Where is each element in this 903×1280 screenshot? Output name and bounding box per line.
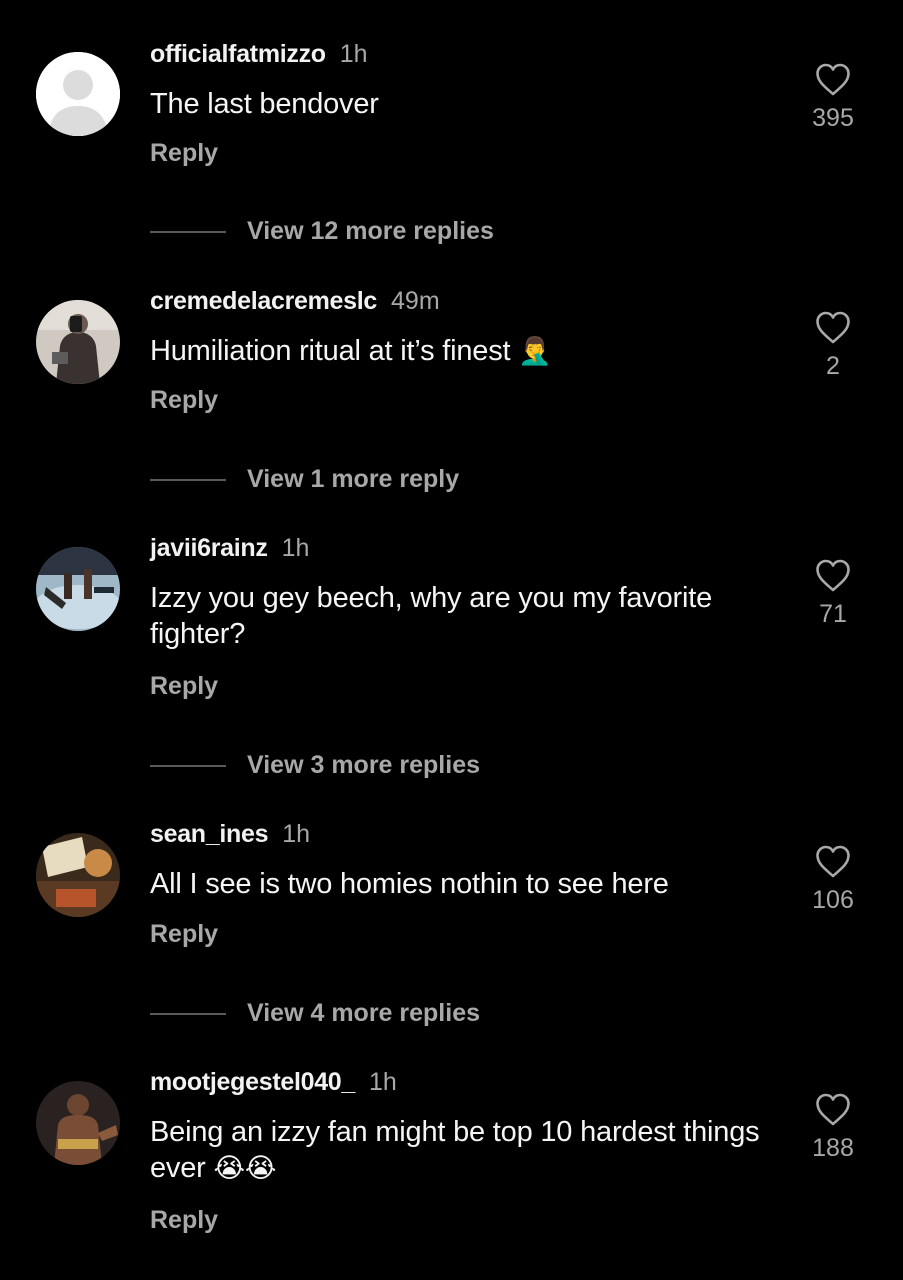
username[interactable]: cremedelacremeslc	[150, 287, 377, 315]
like-count: 106	[812, 886, 854, 914]
reply-button[interactable]: Reply	[150, 919, 218, 949]
comment-text: Humiliation ritual at it’s finest 🤦‍♂️	[150, 333, 790, 369]
avatar[interactable]	[36, 547, 120, 631]
comment-text: All I see is two homies nothin to see he…	[150, 866, 790, 902]
heart-outline-icon	[816, 845, 850, 878]
timestamp: 1h	[369, 1068, 397, 1096]
view-more-replies-label[interactable]: View 1 more reply	[247, 464, 459, 494]
comment-text-content: The last bendover	[150, 88, 379, 120]
comment-header: javii6rainz 1h	[150, 534, 309, 566]
heart-outline-icon	[816, 311, 850, 344]
view-more-replies-label[interactable]: View 4 more replies	[247, 998, 480, 1028]
comment-text-content: Izzy you gey beech, why are you my favor…	[150, 582, 712, 650]
heart-outline-icon	[816, 559, 850, 592]
profile-photo	[36, 547, 120, 631]
reply-button[interactable]: Reply	[150, 1205, 218, 1235]
like-button[interactable]: 71	[800, 559, 866, 628]
like-count: 2	[826, 352, 840, 380]
profile-photo	[36, 300, 120, 384]
profile-photo	[36, 833, 120, 917]
comment-header: officialfatmizzo 1h	[150, 40, 368, 72]
avatar[interactable]	[36, 1081, 120, 1165]
like-button[interactable]: 395	[800, 63, 866, 132]
comment-header: sean_ines 1h	[150, 820, 310, 852]
comment-header: cremedelacremeslc 49m	[150, 287, 440, 319]
like-button[interactable]: 2	[800, 311, 866, 380]
comment-text-content: Humiliation ritual at it’s finest	[150, 335, 511, 367]
username[interactable]: mootjegestel040_	[150, 1068, 355, 1096]
like-count: 188	[812, 1134, 854, 1162]
face-palm-emoji: 🤦‍♂️	[518, 336, 552, 366]
like-button[interactable]: 106	[800, 845, 866, 914]
timestamp: 1h	[339, 40, 368, 68]
profile-photo	[36, 1081, 120, 1165]
timestamp: 1h	[281, 534, 310, 562]
avatar[interactable]	[36, 833, 120, 917]
username[interactable]: officialfatmizzo	[150, 40, 326, 68]
username[interactable]: javii6rainz	[150, 534, 268, 562]
avatar[interactable]	[36, 300, 120, 384]
divider-line	[150, 231, 226, 233]
timestamp: 1h	[282, 820, 311, 848]
divider-line	[150, 1013, 226, 1015]
heart-outline-icon	[816, 1093, 850, 1126]
divider-line	[150, 765, 226, 767]
like-count: 395	[812, 104, 854, 132]
comment-text-content: All I see is two homies nothin to see he…	[150, 868, 669, 900]
view-more-replies-label[interactable]: View 3 more replies	[247, 750, 480, 780]
timestamp: 49m	[391, 287, 440, 315]
crying-face-emoji: 😭😭	[213, 1153, 277, 1183]
reply-button[interactable]: Reply	[150, 138, 218, 168]
comment-text: Being an izzy fan might be top 10 hardes…	[150, 1114, 790, 1186]
view-more-replies-label[interactable]: View 12 more replies	[247, 216, 494, 246]
username[interactable]: sean_ines	[150, 820, 269, 848]
like-button[interactable]: 188	[800, 1093, 866, 1162]
like-count: 71	[819, 600, 847, 628]
divider-line	[150, 479, 226, 481]
comment-text: Izzy you gey beech, why are you my favor…	[150, 580, 790, 652]
reply-button[interactable]: Reply	[150, 671, 218, 701]
comment-header: mootjegestel040_ 1h	[150, 1068, 397, 1100]
avatar[interactable]	[36, 52, 120, 136]
default-avatar-icon	[36, 52, 120, 136]
comment-text: The last bendover	[150, 86, 790, 122]
heart-outline-icon	[816, 63, 850, 96]
reply-button[interactable]: Reply	[150, 385, 218, 415]
